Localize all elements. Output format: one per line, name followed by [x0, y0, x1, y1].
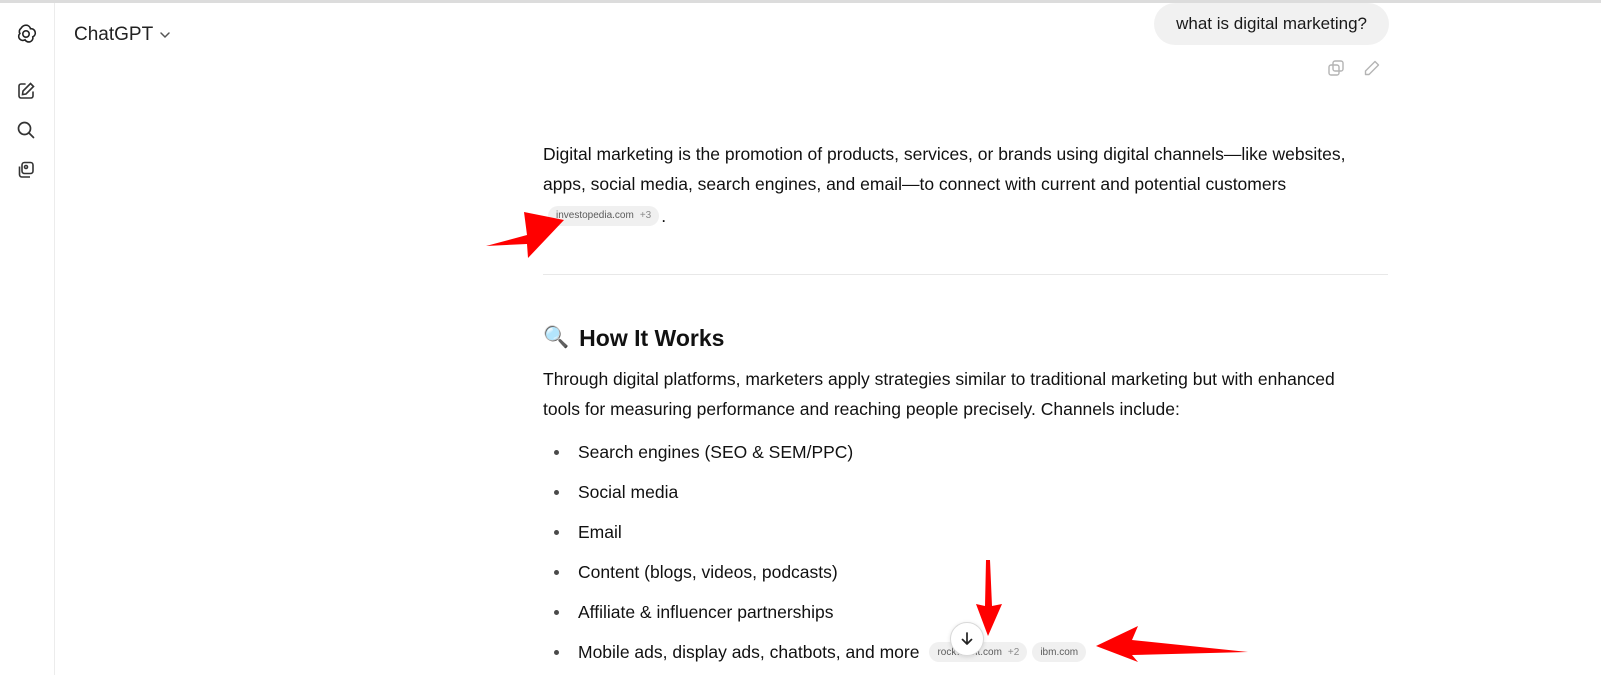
citation-source: ibm.com	[1040, 646, 1079, 658]
list-item-text: Affiliate & influencer partnerships	[578, 601, 834, 622]
sidebar-rail	[0, 3, 55, 675]
citation-chip[interactable]: ibm.com	[1032, 642, 1087, 662]
citation-source: investopedia.com	[556, 210, 634, 221]
intro-text: Digital marketing is the promotion of pr…	[543, 144, 1346, 194]
list-item-text: Email	[578, 521, 622, 542]
list-item: Social media	[543, 472, 1086, 512]
copy-icon[interactable]	[1324, 56, 1348, 80]
section-heading-text: How It Works	[579, 324, 725, 351]
annotation-arrow-left-ibm	[1096, 626, 1248, 662]
citation-more: +3	[639, 210, 652, 221]
list-item-text: Content (blogs, videos, podcasts)	[578, 561, 838, 582]
citation-chip[interactable]: investopedia.com +3	[548, 206, 660, 226]
list-item: Email	[543, 512, 1086, 552]
model-name: ChatGPT	[74, 24, 154, 45]
citation-more: +2	[1007, 646, 1020, 658]
edit-icon[interactable]	[1360, 56, 1384, 80]
intro-paragraph: Digital marketing is the promotion of pr…	[543, 139, 1363, 231]
list-item: Affiliate & influencer partnerships	[543, 592, 1086, 632]
list-item: Mobile ads, display ads, chatbots, and m…	[543, 632, 1087, 672]
search-icon[interactable]	[11, 115, 41, 145]
list-item-text: Search engines (SEO & SEM/PPC)	[578, 441, 854, 462]
list-item: Content (blogs, videos, podcasts)	[543, 552, 1086, 592]
channels-list: Search engines (SEO & SEM/PPC) Social me…	[543, 432, 1087, 672]
arrow-down-icon	[961, 632, 973, 645]
section-paragraph: Through digital platforms, marketers app…	[543, 364, 1363, 424]
list-item-text: Social media	[578, 481, 679, 502]
model-switcher[interactable]: ChatGPT	[74, 20, 171, 50]
chatgpt-logo-icon[interactable]	[11, 19, 41, 49]
section-paragraph-text: Through digital platforms, marketers app…	[543, 369, 1335, 419]
user-message-bubble: what is digital marketing?	[1154, 3, 1389, 45]
magnifier-emoji-icon: 🔍	[543, 326, 570, 349]
section-heading: 🔍 How It Works	[543, 320, 724, 356]
chevron-down-icon	[160, 32, 170, 39]
list-item: Search engines (SEO & SEM/PPC)	[543, 432, 1086, 472]
scroll-to-bottom-button[interactable]	[950, 622, 984, 656]
intro-end-punctuation: .	[661, 206, 667, 226]
new-chat-icon[interactable]	[11, 76, 41, 106]
section-divider	[543, 274, 1388, 275]
library-icon[interactable]	[11, 155, 41, 185]
intro-citation-line: investopedia.com +3 .	[543, 201, 1363, 231]
list-item-text: Mobile ads, display ads, chatbots, and m…	[578, 641, 920, 662]
user-message-text: what is digital marketing?	[1176, 14, 1367, 33]
